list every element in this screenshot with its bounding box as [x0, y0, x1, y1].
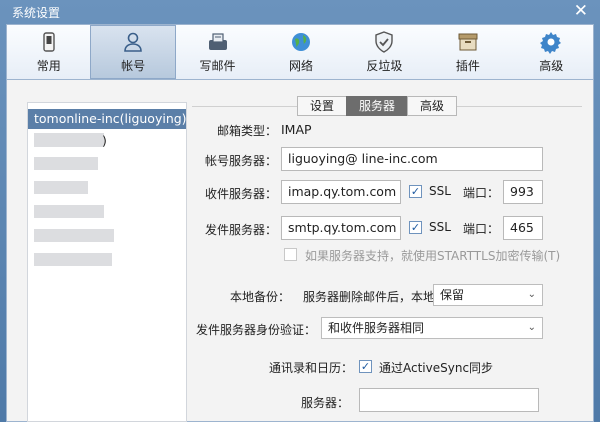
starttls-label: 如果服务器支持，就使用STARTTLS加密传输(T): [305, 249, 561, 263]
account-item-partial: ): [102, 133, 107, 148]
outgoing-port-field[interactable]: 465: [503, 216, 543, 240]
activesync-checkbox[interactable]: ✓: [359, 360, 372, 373]
close-icon[interactable]: ✕: [574, 1, 588, 21]
chevron-down-icon: ⌄: [527, 289, 536, 300]
redacted-account[interactable]: [34, 133, 104, 147]
incoming-ssl-checkbox[interactable]: ✓: [409, 185, 422, 198]
tab-advanced[interactable]: 高级: [407, 96, 458, 116]
settings-window: 系统设置 ✕ 常用 帐号 写邮件 网络 反垃圾 插件 高级 tomonline-…: [0, 0, 600, 422]
user-icon: [124, 32, 142, 52]
toolbar-label: 高级: [539, 59, 564, 73]
toolbar-item-antispam[interactable]: 反垃圾: [343, 25, 426, 79]
outgoing-ssl-label: SSL: [429, 220, 451, 234]
plugin-box-icon: [458, 33, 478, 51]
incoming-server-label: 收件服务器：: [204, 187, 277, 201]
server-label: 服务器：: [300, 396, 349, 410]
incoming-port-field[interactable]: 993: [503, 180, 543, 204]
account-item-selected[interactable]: tomonline-inc(liguoying): [28, 109, 186, 129]
toolbar-label: 插件: [455, 59, 480, 73]
outgoing-server-field[interactable]: smtp.qy.tom.com: [281, 216, 401, 240]
tab-settings[interactable]: 设置: [297, 96, 348, 116]
title-bar: 系统设置 ✕: [0, 0, 600, 24]
mailbox-type-label: 邮箱类型：: [216, 124, 277, 138]
backup-select[interactable]: 保留 ⌄: [433, 284, 543, 306]
auth-label: 发件服务器身份验证：: [195, 323, 316, 337]
toolbar-item-advanced[interactable]: 高级: [510, 25, 593, 79]
toolbar-label: 反垃圾: [366, 59, 403, 73]
redacted-account[interactable]: [34, 157, 98, 170]
backup-description: 服务器删除邮件后，本地: [303, 290, 436, 304]
backup-label: 本地备份：: [229, 290, 290, 304]
auth-select[interactable]: 和收件服务器相同 ⌄: [321, 317, 543, 339]
redacted-account[interactable]: [34, 253, 112, 266]
mailbox-type-value: IMAP: [281, 122, 312, 137]
account-server-label: 帐号服务器：: [204, 154, 277, 168]
compose-icon: [208, 33, 227, 50]
settings-toolbar: 常用 帐号 写邮件 网络 反垃圾 插件 高级: [6, 24, 594, 80]
outgoing-port-label: 端口：: [463, 222, 500, 236]
incoming-ssl-label: SSL: [429, 184, 451, 198]
outgoing-ssl-checkbox[interactable]: ✓: [409, 221, 422, 234]
backup-select-value: 保留: [440, 288, 465, 302]
redacted-account[interactable]: [34, 205, 104, 218]
outgoing-server-label: 发件服务器：: [204, 223, 277, 237]
incoming-port-label: 端口：: [463, 186, 500, 200]
toolbar-item-general[interactable]: 常用: [7, 25, 90, 79]
account-server-field[interactable]: liguoying@ line-inc.com: [281, 147, 543, 171]
incoming-server-field[interactable]: imap.qy.tom.com: [281, 180, 401, 204]
starttls-checkbox[interactable]: [284, 248, 297, 261]
account-list: tomonline-inc(liguoying) ): [27, 102, 187, 422]
tab-server[interactable]: 服务器: [346, 96, 409, 116]
toolbar-item-account[interactable]: 帐号: [90, 25, 176, 79]
redacted-account[interactable]: [34, 229, 114, 242]
toolbar-item-network[interactable]: 网络: [259, 25, 342, 79]
toolbar-label: 网络: [288, 59, 313, 73]
activesync-label: 通过ActiveSync同步: [379, 361, 494, 375]
chevron-down-icon: ⌄: [527, 322, 536, 333]
globe-icon: [291, 33, 310, 51]
toolbar-item-compose[interactable]: 写邮件: [176, 25, 259, 79]
redacted-account[interactable]: [34, 181, 88, 194]
gear-icon: [540, 32, 562, 54]
toolbar-item-plugins[interactable]: 插件: [426, 25, 509, 79]
toolbar-label: 常用: [36, 59, 61, 73]
contacts-calendar-label: 通讯录和日历：: [268, 361, 353, 375]
phone-icon: [43, 32, 55, 52]
settings-content: tomonline-inc(liguoying) ) 设置 服务器 高级 邮箱类…: [6, 80, 594, 422]
window-title: 系统设置: [12, 6, 61, 20]
shield-icon: [375, 31, 394, 53]
toolbar-label: 写邮件: [199, 59, 236, 73]
tab-bar: 设置 服务器 高级: [297, 96, 458, 116]
auth-select-value: 和收件服务器相同: [328, 321, 425, 335]
toolbar-label: 帐号: [121, 59, 146, 73]
server-field[interactable]: [359, 388, 539, 412]
